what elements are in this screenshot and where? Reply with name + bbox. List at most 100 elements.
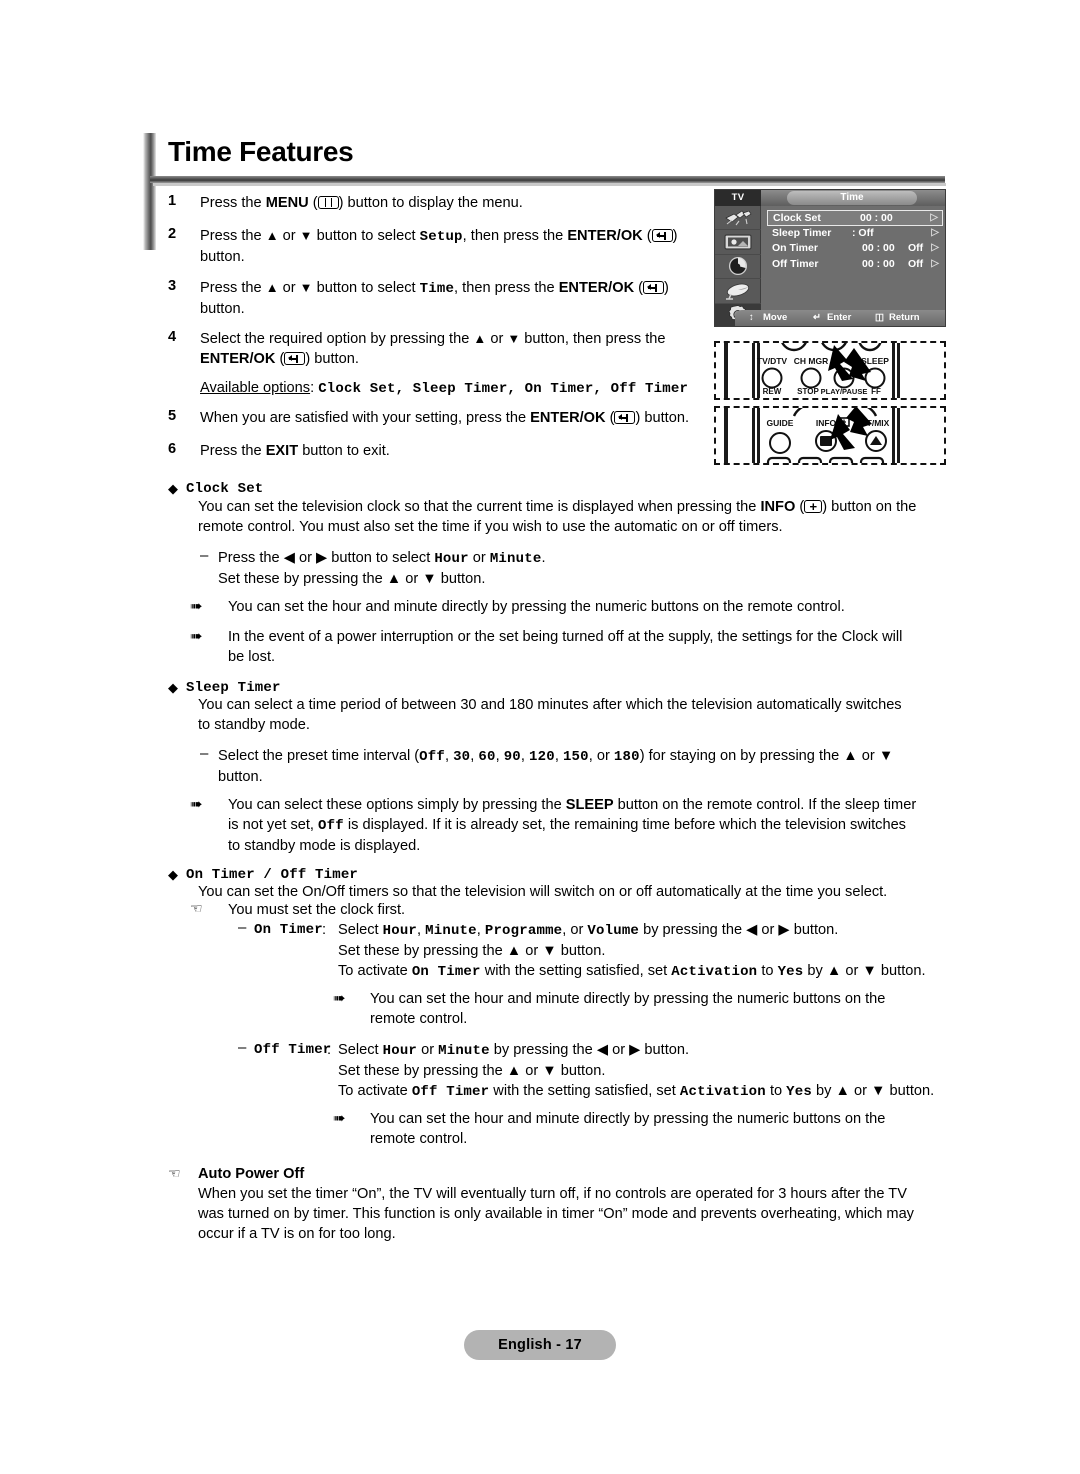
sleep-option-180: 180 <box>613 749 640 765</box>
off-timer-minute-option: Minute <box>438 1043 490 1059</box>
on-timer-colon: : <box>322 922 327 938</box>
chevron-right-icon: ▷ <box>931 226 939 238</box>
clock-set-dash-1: Press the ◀ or ▶ button to select Hour o… <box>218 548 738 589</box>
on-timer-label-text: On Timer <box>254 922 323 938</box>
osd-sidebar-item-input[interactable] <box>715 206 761 231</box>
off-timer-desc: Select Hour or Minute by pressing the ◀ … <box>338 1040 950 1102</box>
svg-text:TV/DTV: TV/DTV <box>757 356 788 366</box>
osd-sidebar <box>715 206 761 326</box>
title-accent-bar <box>143 133 156 250</box>
enter-ok-label: ENTER/OK <box>200 351 276 367</box>
on-timer-line3-c: to <box>757 963 778 979</box>
off-timer-label: Off Timer <box>254 1040 331 1060</box>
on-timer-programme-option: Programme <box>484 923 563 939</box>
up-arrow-icon: ▲ <box>265 228 279 243</box>
step-text-1: Press the MENU () button to display the … <box>200 195 523 211</box>
on-timer-mono: On Timer <box>411 964 481 980</box>
exit-button-label: EXIT <box>265 443 299 459</box>
off-timer-line2: Set these by pressing the ▲ or ▼ button. <box>338 1063 606 1079</box>
osd-row-off-timer[interactable]: Off Timer 00 : 00 Off ▷ <box>767 257 943 273</box>
off-timer-line1-b: by pressing the ◀ or ▶ button. <box>489 1042 690 1058</box>
enter-ok-label: ENTER/OK <box>567 228 643 244</box>
step-number-5: 5 <box>168 408 177 424</box>
sleep-timer-body: You can select a time period of between … <box>198 695 950 735</box>
osd-sidebar-item-picture[interactable] <box>715 230 761 255</box>
on-timer-minute-option: Minute <box>425 923 477 939</box>
sleep-note-a: You can select these options simply by p… <box>228 797 566 813</box>
sleep-note-b: button on the remote control. If the sle… <box>613 797 917 813</box>
auto-power-off-body: When you set the timer “On”, the TV will… <box>198 1184 950 1244</box>
osd-row-clock-set[interactable]: Clock Set 00 : 00 ▷ <box>767 210 943 226</box>
sleep-option-90: 90 <box>503 749 521 765</box>
osd-sidebar-item-sound[interactable] <box>715 255 761 280</box>
clock-set-note2-line1: In the event of a power interruption or … <box>228 629 903 645</box>
auto-power-off-line2: was turned on by timer. This function is… <box>198 1206 914 1222</box>
osd-row-label: Clock Set <box>773 212 821 224</box>
osd-row-value: : Off <box>852 226 874 239</box>
osd-row-value2: Off <box>908 242 924 254</box>
osd-row-value: 00 : 00 <box>862 242 895 254</box>
off-timer-label-text: Off Timer <box>254 1042 332 1058</box>
setup-menu-name: Setup <box>419 229 463 245</box>
off-timer-line3-a: To activate <box>338 1083 412 1099</box>
tv-osd-screenshot: TV Time Clock Set 00: 00 ▷ Sleep Timer … <box>714 189 946 327</box>
on-timer-note: You can set the hour and minute directly… <box>370 989 950 1029</box>
on-timer-desc: Select Hour, Minute, Programme, or Volum… <box>338 922 926 980</box>
osd-menu-body: Clock Set 00 : 00 ▷ Sleep Timer : Off ▷ … <box>762 206 945 326</box>
menu-key-icon: ◫ <box>875 312 884 323</box>
move-updown-icon: ↕ <box>749 312 754 323</box>
clock-set-body-b: ) button on the <box>822 499 917 515</box>
sleep-timer-body-line1: You can select a time period of between … <box>198 697 902 713</box>
enter-key-icon <box>614 411 636 424</box>
on-timer-label: On Timer <box>254 920 323 940</box>
osd-row-label: Sleep Timer <box>772 226 832 239</box>
available-options-colon: : <box>310 380 319 396</box>
off-timer-colon: : <box>327 1042 332 1058</box>
sleep-timer-dash-pre: Select the preset time interval ( <box>218 748 420 764</box>
clock-set-note-1: You can set the hour and minute directly… <box>228 599 845 615</box>
remote-snippet-info: GUIDE INFO T/MIX <box>714 406 946 465</box>
step-text-5: When you are satisfied with your setting… <box>200 410 690 426</box>
off-timer-line3-b: with the setting satisfied, set <box>489 1083 680 1099</box>
picture-icon <box>724 234 752 250</box>
osd-sidebar-item-channel[interactable] <box>715 279 761 304</box>
sleep-option-off: Off <box>419 749 445 765</box>
enter-key-icon: ↵ <box>813 312 821 323</box>
osd-row-value: 00 : 00 <box>860 212 893 224</box>
osd-row-sleep-timer[interactable]: Sleep Timer : Off ▷ <box>767 226 943 242</box>
on-timer-note-line1: You can set the hour and minute directly… <box>370 991 886 1007</box>
svg-text:CH MGR: CH MGR <box>794 356 828 366</box>
off-timer-note-line2: remote control. <box>370 1131 468 1147</box>
svg-text:GUIDE: GUIDE <box>767 418 794 428</box>
osd-row-label: On Timer <box>772 242 818 254</box>
on-timer-line1-b: by pressing the ◀ or ▶ button. <box>639 922 839 938</box>
osd-row-on-timer[interactable]: On Timer 00 : 00 Off ▷ <box>767 241 943 257</box>
on-timer-line1-a: Select <box>338 922 383 938</box>
osd-row-value2: Off <box>908 257 924 270</box>
enter-key-icon <box>643 281 665 294</box>
down-arrow-icon: ▼ <box>299 280 313 295</box>
minute-option: Minute <box>489 551 542 567</box>
sleep-option-30: 30 <box>453 749 471 765</box>
sleep-timer-dash: Select the preset time interval (Off, 30… <box>218 748 894 785</box>
osd-hint-enter: Enter <box>827 312 852 323</box>
enter-key-icon <box>651 229 673 242</box>
clock-set-dash1-a: Press the ◀ or ▶ button to select <box>218 550 435 566</box>
sleep-note-line3: to standby mode is displayed. <box>228 838 421 854</box>
on-timer-line3-b: with the setting satisfied, set <box>480 963 672 979</box>
dash-bullet-icon: – <box>200 547 209 564</box>
step-number-1: 1 <box>168 193 177 209</box>
svg-text:INFO: INFO <box>816 418 837 428</box>
sleep-note-line2-b: is displayed. If it is already set, the … <box>343 817 906 833</box>
sleep-note-line2-a: is not yet set, <box>228 817 319 833</box>
arrow-bullet-icon: ➠ <box>333 990 346 1007</box>
osd-hint-return: Return <box>889 312 920 323</box>
activation-option: Activation <box>679 1084 766 1100</box>
sleep-off-value: Off <box>318 818 344 834</box>
osd-hint-move: Move <box>763 312 788 323</box>
yes-value: Yes <box>777 964 804 980</box>
sleep-option-150: 150 <box>562 749 589 765</box>
step-text-3: Press the ▲ or ▼ button to select Time, … <box>200 280 669 317</box>
title-divider-shadow <box>153 183 946 186</box>
osd-footer-hints: ↕ Move ↵ Enter ◫ Return <box>735 310 945 326</box>
